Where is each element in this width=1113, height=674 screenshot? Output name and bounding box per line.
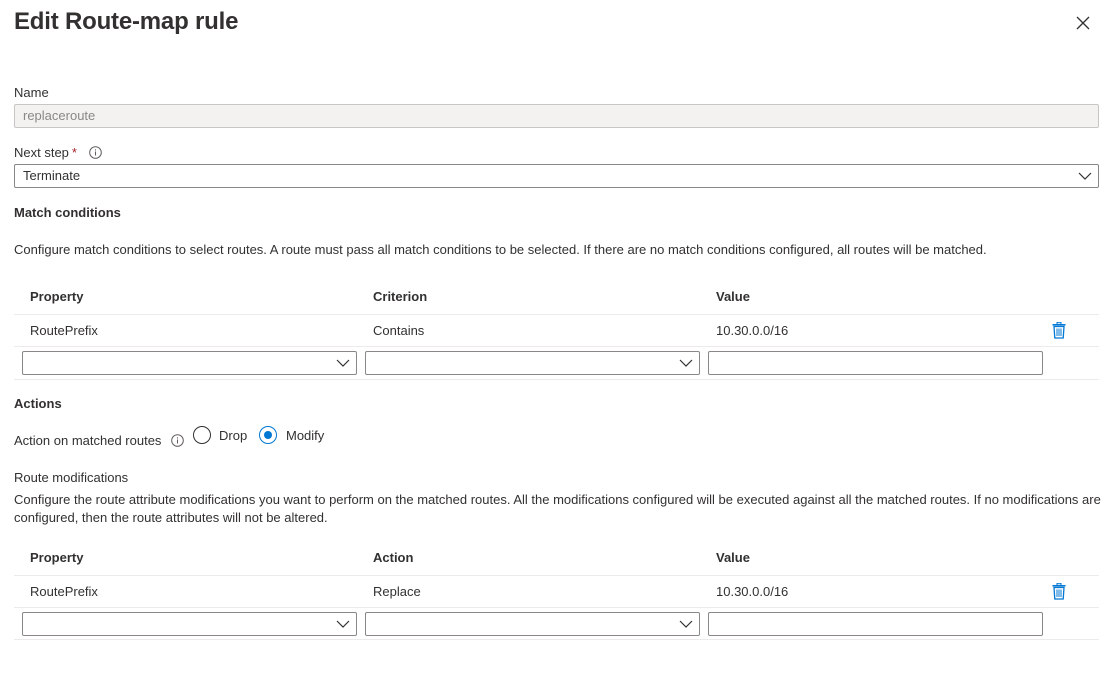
column-header-value: Value xyxy=(716,550,750,565)
name-label: Name xyxy=(14,85,49,100)
modification-row-value: 10.30.0.0/16 xyxy=(716,584,789,599)
delete-match-row-button[interactable] xyxy=(1052,321,1066,339)
modification-action-dropdown[interactable] xyxy=(365,612,700,636)
chevron-down-icon xyxy=(679,359,693,367)
page-title: Edit Route-map rule xyxy=(14,8,239,35)
modification-row-action: Replace xyxy=(373,584,421,599)
required-asterisk: * xyxy=(71,145,77,160)
chevron-down-icon xyxy=(679,620,693,628)
next-step-dropdown[interactable]: Terminate xyxy=(14,164,1099,188)
modification-property-dropdown[interactable] xyxy=(22,612,357,636)
match-row-criterion: Contains xyxy=(373,323,425,338)
column-header-criterion: Criterion xyxy=(373,289,428,304)
column-header-property: Property xyxy=(30,289,84,304)
next-step-label: Next step * xyxy=(14,145,102,160)
match-conditions-description: Configure match conditions to select rou… xyxy=(14,242,987,257)
radio-drop[interactable] xyxy=(193,426,211,444)
modification-value-input[interactable] xyxy=(708,612,1043,636)
info-icon[interactable] xyxy=(171,434,184,447)
column-header-action: Action xyxy=(373,550,414,565)
action-label-text: Action on matched routes xyxy=(14,433,162,448)
match-row-value: 10.30.0.0/16 xyxy=(716,323,789,338)
match-criterion-dropdown[interactable] xyxy=(365,351,700,375)
close-button[interactable] xyxy=(1073,13,1093,33)
match-property-dropdown[interactable] xyxy=(22,351,357,375)
column-header-value: Value xyxy=(716,289,750,304)
divider xyxy=(14,314,1099,315)
close-icon xyxy=(1076,16,1090,30)
radio-modify-label[interactable]: Modify xyxy=(286,428,324,443)
divider xyxy=(14,639,1099,640)
chevron-down-icon xyxy=(336,359,350,367)
next-step-label-text: Next step xyxy=(14,145,69,160)
delete-modification-row-button[interactable] xyxy=(1052,582,1066,600)
trash-icon xyxy=(1052,321,1066,339)
chevron-down-icon xyxy=(1078,172,1092,180)
divider xyxy=(14,607,1099,608)
divider xyxy=(14,575,1099,576)
match-conditions-title: Match conditions xyxy=(14,205,121,220)
match-value-input[interactable] xyxy=(708,351,1043,375)
trash-icon xyxy=(1052,582,1066,600)
action-on-matched-routes-label: Action on matched routes xyxy=(14,433,184,448)
next-step-value: Terminate xyxy=(23,168,81,183)
chevron-down-icon xyxy=(336,620,350,628)
column-header-property: Property xyxy=(30,550,84,565)
info-icon[interactable] xyxy=(88,146,102,159)
radio-drop-label[interactable]: Drop xyxy=(219,428,247,443)
radio-modify[interactable] xyxy=(259,426,277,444)
radio-selected-dot xyxy=(264,431,272,439)
divider xyxy=(14,379,1099,380)
divider xyxy=(14,346,1099,347)
route-modifications-title: Route modifications xyxy=(14,470,129,485)
actions-title: Actions xyxy=(14,396,62,411)
route-modifications-description: Configure the route attribute modificati… xyxy=(14,492,1101,525)
name-input: replaceroute xyxy=(14,104,1099,128)
modification-row-property: RoutePrefix xyxy=(30,584,98,599)
match-row-property: RoutePrefix xyxy=(30,323,98,338)
